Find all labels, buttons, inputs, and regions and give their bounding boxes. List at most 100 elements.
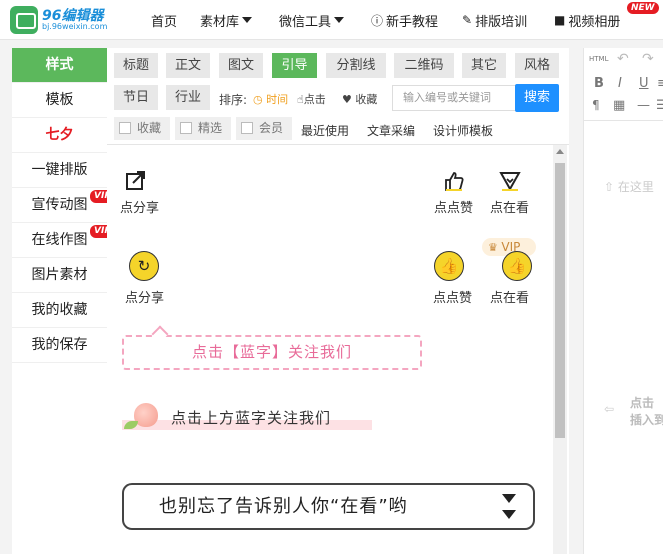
sidebar-item-images[interactable]: 图片素材 (12, 258, 107, 293)
triangle-down-icon (502, 494, 516, 503)
follow-bubble[interactable]: 点击【蓝字】关注我们 (122, 325, 422, 370)
caret-down-icon (334, 17, 345, 23)
follow-bubble-text: 点击【蓝字】关注我们 (191, 343, 352, 361)
heart-icon: ♥ (342, 93, 356, 106)
horizontal-rule-icon[interactable]: — (637, 98, 650, 113)
checkbox[interactable] (241, 122, 253, 134)
filter-favorites[interactable]: 收藏 (114, 117, 170, 140)
nav-materials[interactable]: 素材库 (200, 0, 253, 40)
sort-favorites-label: 收藏 (355, 93, 378, 106)
caret-down-icon (242, 17, 253, 23)
table-icon[interactable]: ▦ (613, 98, 625, 113)
triangle-down-icon (502, 510, 516, 519)
arrow-left-icon: ⇦ (604, 402, 615, 416)
sidebar-item-styles[interactable]: 样式 (12, 48, 107, 83)
tab-other[interactable]: 其它 (462, 53, 506, 78)
italic-icon[interactable]: I (618, 76, 622, 91)
checkbox[interactable] (180, 122, 192, 134)
editor-placeholder-2a: 点击 (630, 396, 655, 410)
editor-placeholder-1-text: 在这里 (617, 180, 654, 194)
sidebar-item-qixi[interactable]: 七夕 (12, 118, 107, 153)
nav-home-label: 首页 (151, 14, 178, 30)
search-button[interactable]: 搜索 (515, 84, 559, 112)
arrow-up-icon: ⇧ (604, 180, 618, 194)
editor-placeholder-1: ⇧ 在这里 (604, 178, 654, 195)
edit-icon: ✎ (462, 13, 473, 27)
watch-icon[interactable] (499, 170, 521, 192)
scroll-up-icon[interactable] (556, 149, 564, 154)
more-icon[interactable]: ☰ (656, 98, 663, 113)
nav-training[interactable]: ✎ 排版培训 (462, 0, 527, 40)
link-designer-templates[interactable]: 设计师模板 (433, 122, 493, 139)
help-icon: ⓘ (371, 13, 384, 28)
new-badge: NEW (627, 2, 659, 14)
thumbs-up-circle-icon[interactable]: 👍 (434, 251, 464, 281)
filter-selected[interactable]: 精选 (175, 117, 231, 140)
tab-style[interactable]: 风格 (515, 53, 559, 78)
checkbox[interactable] (119, 122, 131, 134)
underline-icon[interactable]: U (639, 76, 649, 91)
sort-clicks[interactable]: ☝点击 (297, 91, 326, 107)
html-mode-button[interactable]: HTML (589, 55, 608, 63)
link-article-collect[interactable]: 文章采编 (367, 122, 415, 139)
nav-materials-label: 素材库 (200, 14, 240, 30)
like-label[interactable]: 点点赞 (433, 287, 472, 306)
scrollbar[interactable] (553, 145, 567, 554)
tell-others-frame[interactable]: 也别忘了告诉别人你“在看”哟 (122, 483, 535, 530)
tab-industry[interactable]: 行业 (166, 85, 210, 110)
nav-home[interactable]: 首页 (151, 0, 177, 40)
nav-wechat-tools-label: 微信工具 (279, 14, 332, 30)
like-label[interactable]: 点点赞 (434, 197, 473, 216)
thumbs-up-icon[interactable] (443, 170, 465, 192)
nav-video-album[interactable]: ■ 视频相册 (554, 0, 620, 40)
bold-icon[interactable]: B (594, 76, 604, 91)
share-label[interactable]: 点分享 (120, 197, 159, 216)
watch-label[interactable]: 点在看 (490, 287, 529, 306)
tab-festival[interactable]: 节日 (114, 85, 158, 110)
video-camera-icon: ■ (554, 13, 566, 27)
logo-url: bj.96weixin.com (42, 22, 108, 31)
nav-wechat-tools[interactable]: 微信工具 (279, 0, 345, 40)
sidebar-item-one-click[interactable]: 一键排版 (12, 153, 107, 188)
link-recent[interactable]: 最近使用 (301, 122, 349, 139)
filter-member[interactable]: 会员 (236, 117, 292, 140)
filter-favorites-label: 收藏 (137, 121, 162, 135)
tab-title[interactable]: 标题 (114, 53, 158, 78)
sort-time[interactable]: ◷ 时间 (253, 91, 288, 107)
sidebar: 样式 模板 七夕 一键排版 宣传动图 VIP 在线作图 VIP 图片素材 我的收… (12, 48, 115, 554)
search-input[interactable]: 输入编号或关键词 (392, 85, 516, 111)
sort-time-label: 时间 (266, 93, 289, 106)
thumbs-up-circle-icon[interactable]: 👍 (502, 251, 532, 281)
sidebar-item-saved[interactable]: 我的保存 (12, 328, 107, 363)
crown-icon: ♛ (488, 241, 502, 254)
pointer-icon: ☝ (297, 93, 304, 106)
sidebar-item-favorites[interactable]: 我的收藏 (12, 293, 107, 328)
nav-tutorial[interactable]: ⓘ 新手教程 (371, 0, 438, 40)
redo-icon[interactable]: ↷ (642, 51, 654, 67)
top-nav: 96编辑器 bj.96weixin.com 首页 素材库 微信工具 ⓘ 新手教程 … (0, 0, 663, 40)
logo[interactable]: 96编辑器 bj.96weixin.com (10, 4, 120, 36)
editor-panel: HTML ↶ ↷ B I U ≡ ¶ ▦ — ☰ ⇧ 在这里 ⇦ 点击 插入到 (583, 48, 663, 554)
style-panel: 标题 正文 图文 引导 分割线 二维码 其它 风格 节日 行业 排序: ◷ 时间… (107, 48, 569, 554)
paragraph-icon[interactable]: ¶ (592, 98, 600, 112)
tab-guide[interactable]: 引导 (272, 53, 317, 78)
undo-icon[interactable]: ↶ (617, 51, 629, 67)
watch-label[interactable]: 点在看 (490, 197, 529, 216)
tab-body[interactable]: 正文 (166, 53, 210, 78)
clock-icon: ◷ (253, 93, 267, 106)
share-label[interactable]: 点分享 (125, 287, 164, 306)
toolbar-divider (584, 120, 663, 121)
tab-image-text[interactable]: 图文 (219, 53, 263, 78)
sidebar-item-templates[interactable]: 模板 (12, 83, 107, 118)
share-icon[interactable] (125, 170, 147, 192)
nav-tutorial-label: 新手教程 (386, 14, 439, 30)
tab-divider[interactable]: 分割线 (326, 53, 386, 78)
sort-favorites[interactable]: ♥ 收藏 (342, 91, 377, 107)
nav-video-album-label: 视频相册 (568, 14, 621, 30)
nav-training-label: 排版培训 (475, 14, 528, 30)
follow-above-text[interactable]: 点击上方蓝字关注我们 (171, 407, 331, 428)
scroll-thumb[interactable] (555, 163, 565, 438)
tab-qrcode[interactable]: 二维码 (394, 53, 454, 78)
share-circle-icon[interactable]: ↻ (129, 251, 159, 281)
more-format-icon[interactable]: ≡ (657, 76, 663, 91)
